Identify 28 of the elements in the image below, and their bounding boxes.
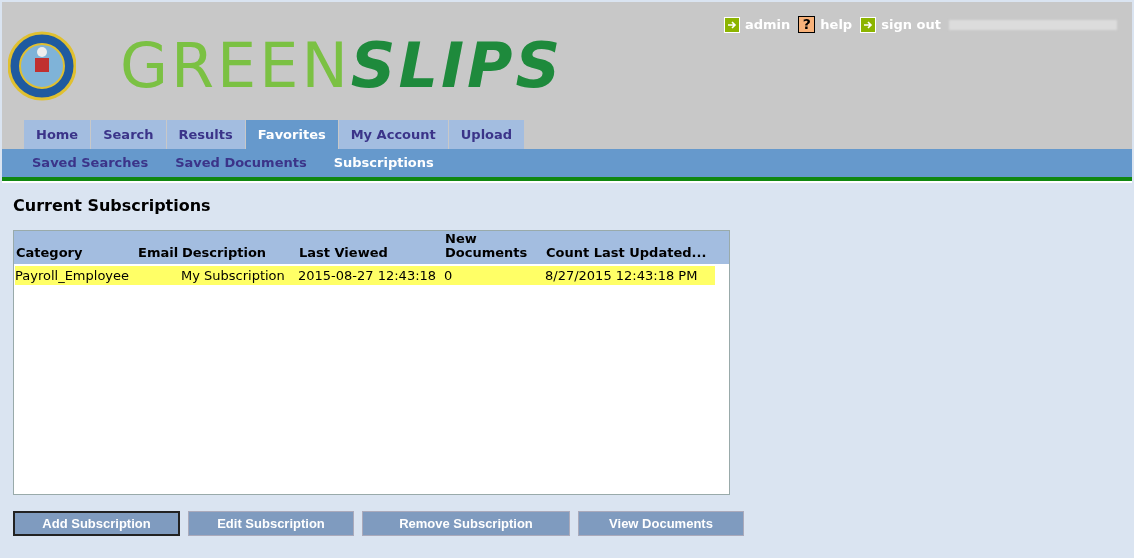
nav-tab[interactable]: Favorites [245,120,339,149]
action-button[interactable]: Remove Subscription [362,511,570,536]
nav-tab[interactable]: Search [91,120,167,149]
nav-tab[interactable]: My Account [338,120,449,149]
sub-nav-link[interactable]: Subscriptions [333,153,434,173]
table-cell-text: Payroll_Employee [15,266,130,285]
sub-nav-link[interactable]: Saved Documents [175,153,307,173]
column-header: New Documents [445,232,529,260]
table-row[interactable]: Payroll_Employee My Subscription 2015-08-27 12:43:18 0 8/27/2015 12:43:18 PM [15,266,715,285]
column-header: Count Last Updated... [546,246,708,260]
table-cell-text: 0 [444,266,453,285]
section-heading: Current Subscriptions [13,195,212,217]
nav-tab[interactable]: Home [24,120,92,149]
brand-logo: GREENSLIPS [120,35,564,97]
column-header: Email [138,246,180,260]
nav-tab[interactable]: Results [166,120,246,149]
column-header: Category [16,246,84,260]
table-cell-text: 2015-08-27 12:43:18 [298,266,437,285]
help-icon: ? [798,16,816,34]
action-button[interactable]: Edit Subscription [188,511,354,536]
column-header: Last Viewed [299,246,389,260]
table-cell-text: 8/27/2015 12:43:18 PM [545,266,698,285]
column-header: Description [182,246,268,260]
table-cell-text: My Subscription [181,266,285,285]
sub-nav-link[interactable]: Saved Searches [32,153,149,173]
nav-tab[interactable]: Upload [448,120,526,149]
action-button[interactable]: Add Subscription [13,511,180,536]
action-button[interactable]: View Documents [578,511,744,536]
